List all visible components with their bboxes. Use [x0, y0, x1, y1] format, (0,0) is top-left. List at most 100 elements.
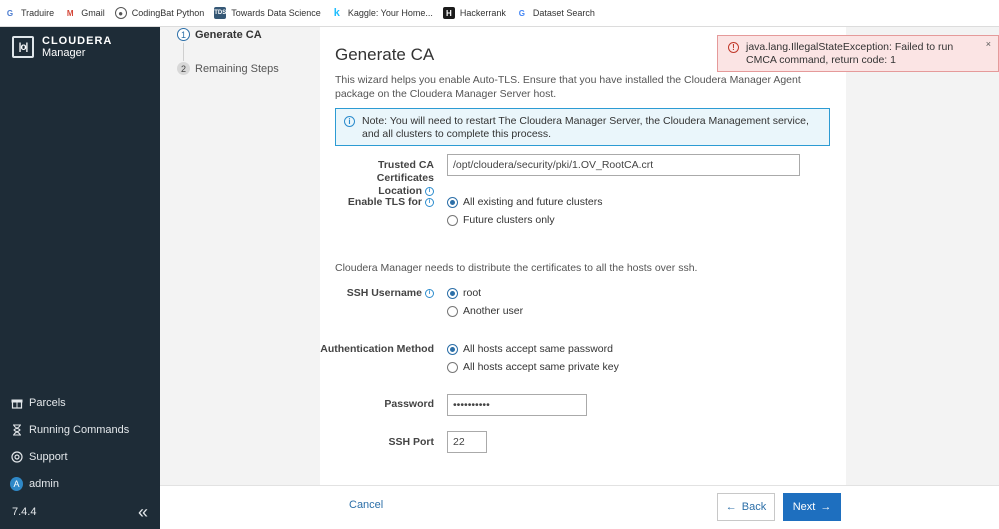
bookmark-kaggle[interactable]: k Kaggle: Your Home...	[331, 7, 433, 19]
radio-label: Another user	[463, 305, 524, 317]
radio-button[interactable]	[447, 214, 458, 226]
ssh-username-label-text: SSH Username	[346, 287, 422, 299]
next-button[interactable]: Next →	[783, 493, 841, 521]
page-title: Generate CA	[335, 45, 435, 64]
radio-same-private-key[interactable]: All hosts accept same private key	[447, 361, 619, 373]
tds-icon: TDS	[214, 7, 227, 19]
sidebar-item-admin[interactable]: A admin	[10, 470, 129, 497]
trusted-ca-location-input[interactable]	[447, 154, 800, 176]
step-number: 2	[177, 62, 190, 75]
wizard-footer: Cancel ← Back Next →	[160, 485, 999, 529]
radio-button-selected[interactable]	[447, 196, 458, 208]
gmail-icon: M	[66, 8, 74, 18]
bookmark-label: Traduire	[21, 8, 55, 18]
bookmark-label: Dataset Search	[532, 8, 595, 18]
enable-tls-label: Enable TLS for i	[320, 196, 434, 209]
bookmark-label: Hackerrank	[459, 8, 506, 18]
radio-button[interactable]	[447, 361, 458, 373]
radio-button-selected[interactable]	[447, 343, 458, 355]
info-icon[interactable]: i	[425, 197, 434, 207]
wizard-steps: 1 Generate CA 2 Remaining Steps	[160, 27, 320, 485]
note-banner: i Note: You will need to restart The Clo…	[335, 108, 830, 146]
password-row: Password	[320, 398, 434, 411]
ssh-port-input[interactable]	[447, 431, 487, 453]
version-label: 7.4.4	[12, 506, 37, 518]
sidebar-item-support[interactable]: Support	[10, 443, 129, 470]
info-icon[interactable]: i	[425, 186, 434, 196]
radio-future-clusters-only[interactable]: Future clusters only	[447, 214, 555, 226]
bookmark-hackerrank[interactable]: H Hackerrank	[442, 7, 506, 19]
trusted-ca-label: Trusted CA Certificates Location i	[320, 159, 434, 198]
sidebar-footer: 7.4.4 «	[0, 495, 160, 529]
logo-line2: Manager	[42, 47, 86, 59]
cloudera-logo-icon: |o|	[12, 36, 34, 58]
auth-method-row: Authentication Method	[320, 343, 434, 356]
radio-all-existing-clusters[interactable]: All existing and future clusters	[447, 196, 602, 208]
radio-same-password[interactable]: All hosts accept same password	[447, 343, 613, 355]
radio-button-selected[interactable]	[447, 287, 458, 299]
intro-text: This wizard helps you enable Auto-TLS. E…	[335, 74, 801, 100]
bookmarks-bar: G Traduire M Gmail ● CodingBat Python TD…	[0, 0, 999, 27]
trusted-ca-label-line1: Trusted CA Certificates	[376, 159, 434, 184]
step-label: Remaining Steps	[195, 62, 279, 75]
arrow-right-icon: →	[820, 501, 832, 513]
step-connector	[183, 43, 184, 61]
step-number: 1	[177, 28, 190, 41]
radio-label: All existing and future clusters	[463, 196, 603, 208]
back-button[interactable]: ← Back	[717, 493, 775, 521]
sidebar-item-parcels[interactable]: Parcels	[10, 389, 129, 416]
radio-label: Future clusters only	[463, 214, 555, 226]
radio-another-user[interactable]: Another user	[447, 305, 523, 317]
bookmark-towards-data-science[interactable]: TDS Towards Data Science	[214, 7, 321, 19]
sidebar-item-label: Support	[29, 450, 68, 463]
gift-icon	[10, 396, 23, 409]
step-label: Generate CA	[195, 28, 262, 41]
bookmark-codingbat[interactable]: ● CodingBat Python	[114, 7, 205, 19]
logo-text: CLOUDERA Manager	[42, 35, 112, 59]
ssh-username-label: SSH Username i	[320, 287, 434, 300]
ssh-port-row: SSH Port	[320, 436, 434, 449]
error-icon: !	[728, 42, 739, 53]
info-icon: i	[344, 116, 355, 127]
error-message: java.lang.IllegalStateException: Failed …	[746, 41, 954, 66]
bookmark-label: Towards Data Science	[231, 8, 321, 18]
sidebar-item-label: Running Commands	[29, 423, 130, 436]
radio-button[interactable]	[447, 305, 458, 317]
cancel-button[interactable]: Cancel	[349, 499, 383, 511]
back-button-label: Back	[741, 501, 767, 513]
bookmark-label: Gmail	[81, 8, 105, 18]
password-label: Password	[384, 398, 434, 410]
bookmark-gmail[interactable]: M Gmail	[64, 7, 105, 19]
main-content: Generate CA This wizard helps you enable…	[320, 27, 846, 485]
info-icon[interactable]: i	[425, 288, 434, 298]
arrow-left-icon: ←	[725, 501, 737, 513]
radio-root[interactable]: root	[447, 287, 481, 299]
bookmark-traduire[interactable]: G Traduire	[4, 7, 54, 19]
collapse-sidebar-icon[interactable]: «	[138, 503, 148, 521]
distribute-text: Cloudera Manager needs to distribute the…	[335, 262, 698, 274]
lifebuoy-icon	[10, 450, 23, 463]
bookmark-label: Kaggle: Your Home...	[347, 8, 433, 18]
sidebar-item-label: admin	[29, 477, 59, 490]
step-generate-ca[interactable]: 1 Generate CA	[177, 28, 262, 41]
note-text: Note: You will need to restart The Cloud…	[362, 115, 809, 140]
radio-label: root	[463, 287, 482, 299]
kaggle-icon: k	[333, 7, 340, 19]
avatar-wrap: A	[10, 476, 23, 491]
sidebar-nav: Parcels Running Commands Support A admin	[10, 389, 129, 497]
step-remaining-steps[interactable]: 2 Remaining Steps	[177, 62, 279, 75]
close-toast-icon[interactable]: ×	[986, 39, 991, 49]
sidebar-item-label: Parcels	[29, 396, 66, 409]
next-button-label: Next	[792, 501, 816, 513]
enable-tls-label-text: Enable TLS for	[347, 196, 422, 208]
password-field[interactable]	[447, 394, 587, 416]
bookmark-label: CodingBat Python	[131, 8, 205, 18]
bookmark-dataset-search[interactable]: G Dataset Search	[516, 7, 595, 19]
sidebar: |o| CLOUDERA Manager Parcels Running Com…	[0, 27, 160, 529]
enable-tls-row: Enable TLS for i	[320, 196, 434, 209]
error-toast: ! java.lang.IllegalStateException: Faile…	[717, 35, 999, 72]
sidebar-item-running-commands[interactable]: Running Commands	[10, 416, 129, 443]
ssh-username-row: SSH Username i	[320, 287, 434, 300]
cloudera-logo[interactable]: |o| CLOUDERA Manager	[12, 35, 112, 59]
logo-line1: CLOUDERA	[42, 35, 113, 47]
